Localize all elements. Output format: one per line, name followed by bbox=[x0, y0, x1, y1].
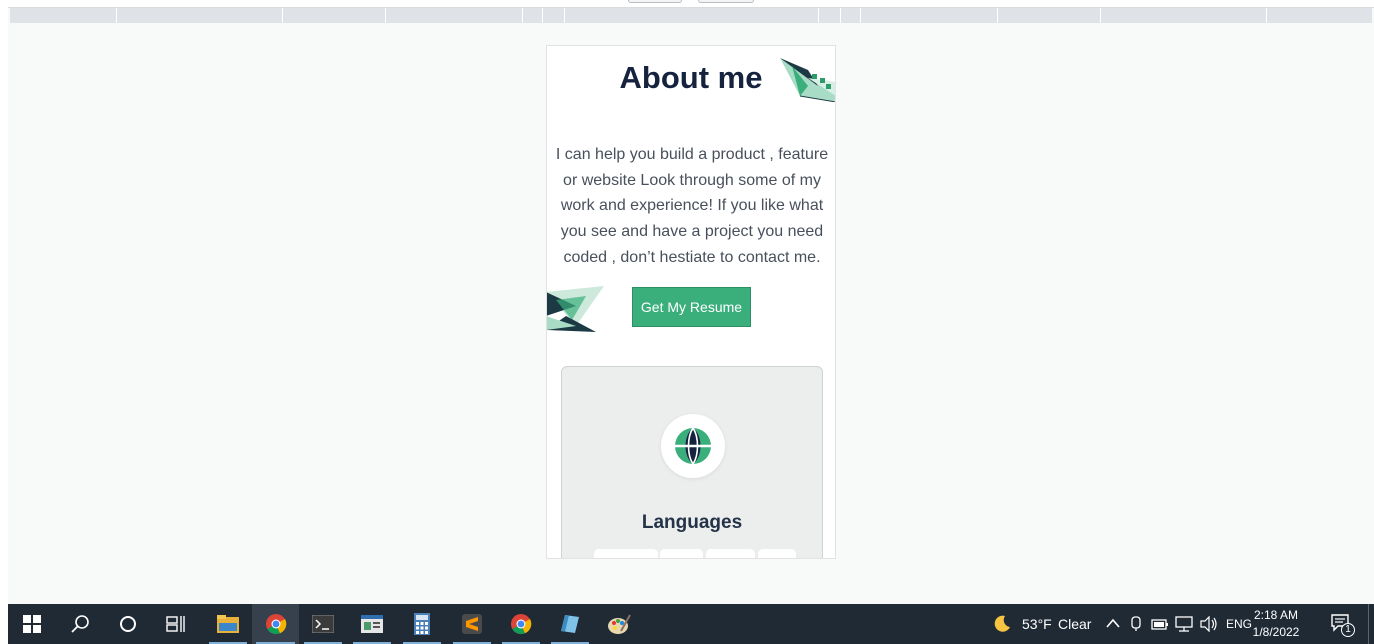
search-button[interactable] bbox=[56, 604, 104, 644]
task-view-icon bbox=[166, 616, 185, 632]
moon-icon bbox=[994, 615, 1010, 632]
calculator-icon bbox=[414, 613, 430, 635]
ruler-mark bbox=[818, 8, 819, 23]
chrome-icon bbox=[265, 614, 286, 635]
top-strip bbox=[8, 0, 1374, 8]
globe-icon bbox=[675, 427, 711, 465]
circle-icon bbox=[120, 616, 136, 632]
notification-center-button[interactable]: 1 bbox=[1330, 612, 1356, 638]
paint-icon bbox=[608, 614, 631, 634]
chrome-2[interactable] bbox=[498, 604, 544, 644]
weather-temperature[interactable]: 53°F bbox=[1022, 616, 1052, 632]
ruler-mark bbox=[116, 8, 117, 23]
ruler-mark bbox=[522, 8, 523, 23]
language-chip bbox=[594, 549, 658, 558]
ruler-mark bbox=[282, 8, 283, 23]
show-desktop-divider[interactable] bbox=[1368, 604, 1369, 644]
chevron-up-icon[interactable] bbox=[1106, 617, 1120, 629]
notepad-icon bbox=[561, 615, 579, 633]
notepad[interactable] bbox=[547, 604, 593, 644]
app-window[interactable] bbox=[349, 604, 395, 644]
device-ruler bbox=[10, 8, 1372, 23]
task-view-button[interactable] bbox=[152, 604, 200, 644]
weather-condition[interactable]: Clear bbox=[1058, 616, 1091, 632]
folder-icon bbox=[217, 615, 239, 633]
ruler-mark bbox=[1100, 8, 1101, 23]
terminal[interactable] bbox=[300, 604, 346, 644]
ruler-mark bbox=[997, 8, 998, 23]
ruler-mark bbox=[385, 8, 386, 23]
about-description: I can help you build a product , feature… bbox=[555, 146, 829, 266]
devtools-tab[interactable] bbox=[698, 0, 754, 3]
paper-plane-decoration-icon bbox=[547, 286, 604, 332]
ruler-mark bbox=[564, 8, 565, 23]
clock-date: 1/8/2022 bbox=[1252, 625, 1300, 639]
windows-taskbar: 53°F Clear ENG 2:18 AM 1/8/2022 1 bbox=[8, 604, 1374, 644]
get-resume-button[interactable]: Get My Resume bbox=[632, 287, 751, 327]
mobile-preview: About me I can help you build a product … bbox=[546, 45, 836, 559]
language-chip bbox=[660, 549, 703, 558]
ruler-mark bbox=[1266, 8, 1267, 23]
start-button[interactable] bbox=[8, 604, 56, 644]
system-clock[interactable]: 2:18 AM 1/8/2022 bbox=[1246, 607, 1306, 641]
windows-logo-icon bbox=[23, 615, 41, 633]
file-explorer[interactable] bbox=[205, 604, 251, 644]
volume-icon[interactable] bbox=[1200, 616, 1218, 632]
sublime-icon bbox=[462, 614, 482, 634]
notification-badge: 1 bbox=[1341, 623, 1355, 637]
icon-circle bbox=[661, 414, 725, 478]
languages-card: Languages bbox=[561, 366, 823, 558]
card-title: Languages bbox=[641, 512, 743, 533]
search-icon bbox=[71, 615, 89, 633]
language-chip bbox=[758, 549, 796, 558]
devtools-tab[interactable] bbox=[628, 0, 682, 3]
chrome[interactable] bbox=[252, 604, 299, 644]
ruler-mark bbox=[860, 8, 861, 23]
window-icon bbox=[361, 615, 383, 633]
battery-icon[interactable] bbox=[1151, 617, 1169, 631]
chrome-icon bbox=[511, 614, 532, 635]
ruler-mark bbox=[542, 8, 543, 23]
paint[interactable] bbox=[596, 604, 642, 644]
paper-plane-decoration-icon bbox=[780, 58, 835, 102]
cortana-button[interactable] bbox=[104, 604, 152, 644]
ruler-mark bbox=[840, 8, 841, 23]
meet-now-icon[interactable] bbox=[1129, 616, 1143, 632]
calculator[interactable] bbox=[399, 604, 445, 644]
network-icon[interactable] bbox=[1175, 616, 1193, 632]
language-chip bbox=[706, 549, 755, 558]
terminal-icon bbox=[312, 615, 334, 633]
sublime-text[interactable] bbox=[449, 604, 495, 644]
clock-time: 2:18 AM bbox=[1253, 608, 1299, 622]
